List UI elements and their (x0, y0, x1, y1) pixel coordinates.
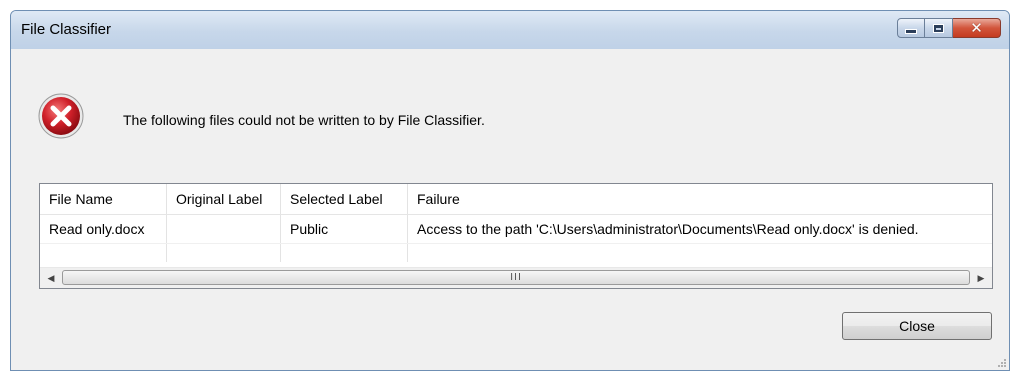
empty-cell[interactable] (281, 244, 408, 262)
minimize-icon (906, 29, 916, 33)
resize-grip-icon[interactable] (996, 357, 1006, 367)
caption-buttons: ✕ (897, 18, 1001, 40)
dialog-body: The following files could not be written… (11, 49, 1009, 370)
error-message: The following files could not be written… (123, 112, 485, 128)
close-window-button[interactable]: ✕ (953, 18, 1001, 38)
column-header-original-label[interactable]: Original Label (167, 184, 281, 214)
cell-failure[interactable]: Access to the path 'C:\Users\administrat… (408, 215, 992, 243)
empty-cell[interactable] (167, 244, 281, 262)
scroll-right-arrow-icon[interactable]: ▶ (972, 268, 990, 288)
cell-selected-label[interactable]: Public (281, 215, 408, 243)
maximize-button[interactable] (925, 18, 953, 38)
window-title: File Classifier (21, 21, 112, 38)
column-header-failure[interactable]: Failure (408, 184, 992, 214)
close-button[interactable]: Close (842, 312, 992, 340)
grid-header-row: File Name Original Label Selected Label … (40, 184, 992, 215)
close-icon: ✕ (970, 18, 983, 37)
empty-new-row[interactable] (40, 244, 992, 262)
cell-file-name[interactable]: Read only.docx (40, 215, 167, 243)
horizontal-scrollbar[interactable]: ◀ III ▶ (40, 267, 992, 288)
failed-files-grid[interactable]: File Name Original Label Selected Label … (39, 183, 993, 289)
maximize-icon (934, 24, 943, 32)
error-icon (38, 93, 84, 139)
scroll-left-arrow-icon[interactable]: ◀ (42, 268, 60, 288)
table-row[interactable]: Read only.docx Public Access to the path… (40, 215, 992, 244)
scrollbar-thumb[interactable]: III (62, 270, 970, 285)
title-bar[interactable]: File Classifier ✕ (11, 11, 1009, 49)
empty-cell[interactable] (40, 244, 167, 262)
scrollbar-grip: III (510, 271, 522, 283)
empty-cell[interactable] (408, 244, 992, 262)
cell-original-label[interactable] (167, 215, 281, 243)
column-header-selected-label[interactable]: Selected Label (281, 184, 408, 214)
minimize-button[interactable] (897, 18, 925, 38)
column-header-file-name[interactable]: File Name (40, 184, 167, 214)
file-classifier-window: File Classifier ✕ The following files co… (10, 10, 1010, 371)
